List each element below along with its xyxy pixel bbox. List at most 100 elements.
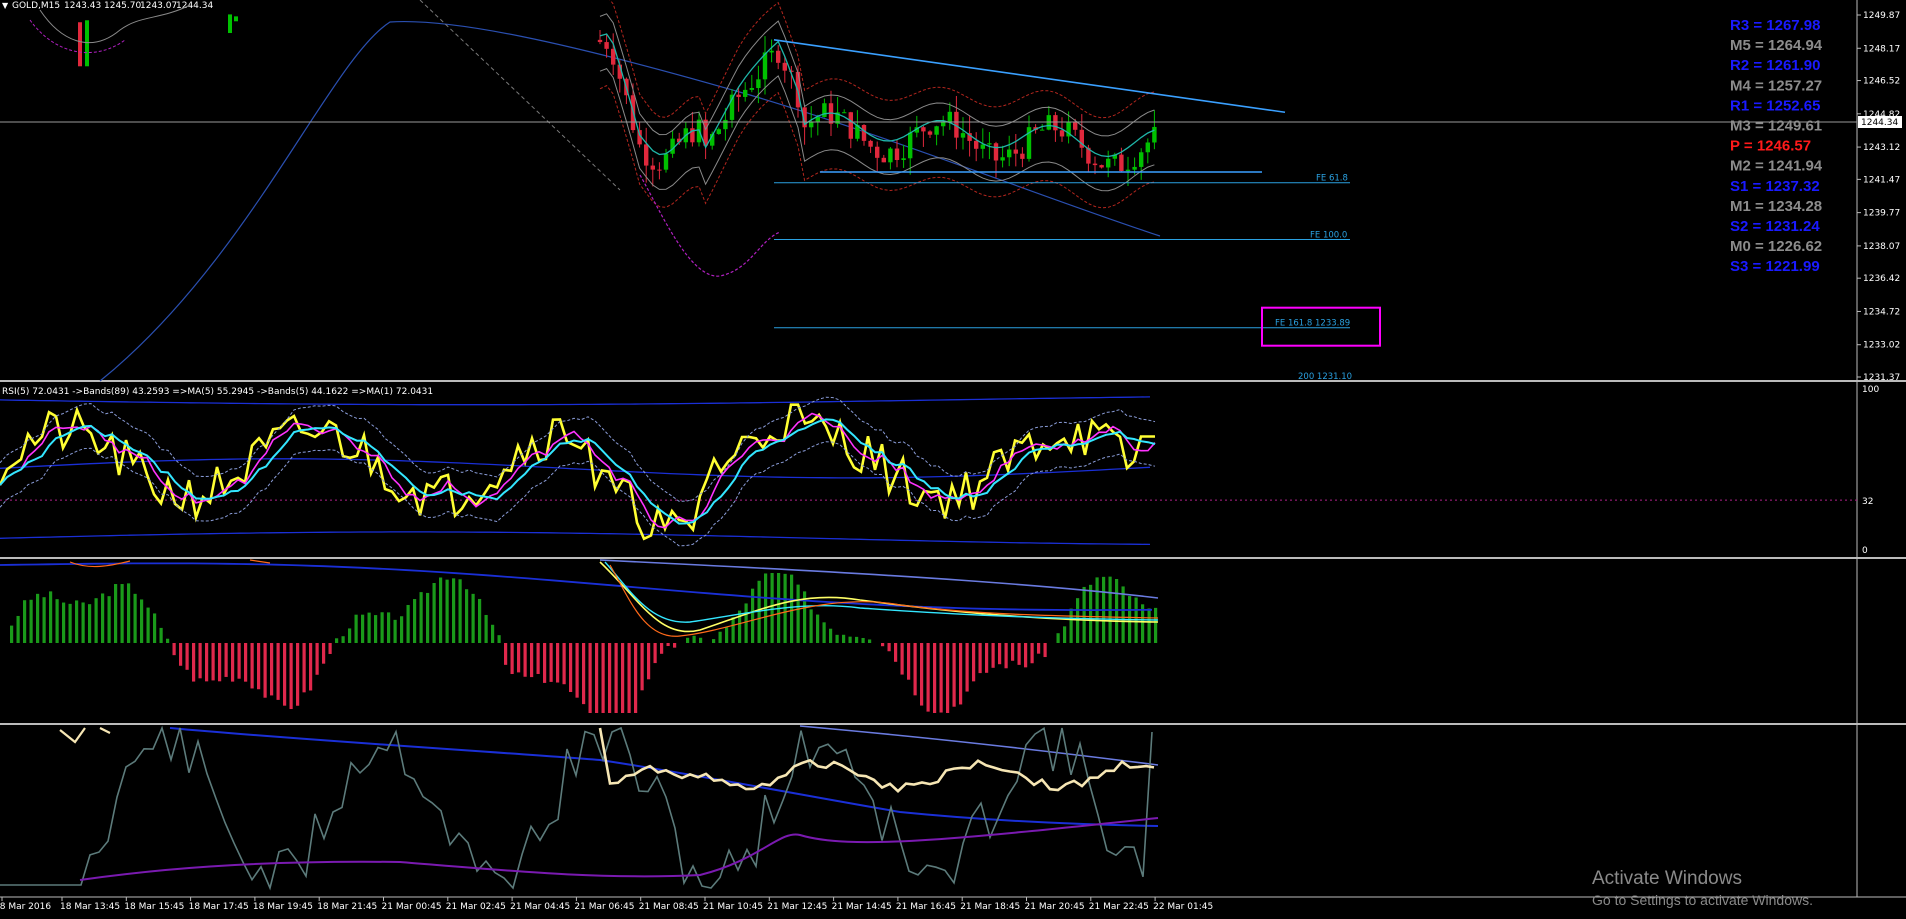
rsi-ma-magenta	[0, 412, 1156, 529]
histogram-bar-negative	[504, 643, 508, 665]
pivot-level-label: S2 = 1231.24	[1730, 218, 1820, 235]
histogram-bar-negative	[322, 643, 326, 664]
histogram-bar-positive	[1063, 626, 1067, 643]
histogram-bar-negative	[959, 643, 963, 705]
histogram-bar-positive	[68, 603, 72, 643]
histogram-bar-negative	[302, 643, 306, 693]
histogram-bar-negative	[614, 643, 618, 713]
pivot-level-label: M4 = 1257.27	[1730, 77, 1822, 94]
histogram-bar-positive	[699, 637, 703, 643]
histogram-bar-positive	[400, 616, 404, 643]
histogram-bar-positive	[471, 593, 475, 643]
pivot-level-label: M5 = 1264.94	[1730, 37, 1823, 54]
histogram-bar-positive	[380, 612, 384, 643]
histogram-bar-positive	[829, 628, 833, 643]
candle-bear	[78, 22, 82, 67]
symbol-title: GOLD,M15	[12, 1, 60, 11]
trading-chart[interactable]: ▼ GOLD,M15 1243.43 1245.70 1243.07 1244.…	[0, 0, 1906, 919]
oscillator-cream-early	[59, 727, 111, 744]
histogram-bar-negative	[913, 643, 917, 696]
histogram-bar-negative	[907, 643, 911, 680]
histogram-bar-negative	[250, 643, 254, 689]
histogram-bar-negative	[263, 643, 267, 698]
histogram-bar-positive	[361, 614, 365, 643]
histogram-bar-positive	[120, 584, 124, 643]
price-tick-label: 1249.87	[1863, 11, 1900, 21]
histogram-signal-blue	[0, 562, 1153, 612]
candle-bull	[908, 132, 913, 159]
histogram-bar-positive	[822, 622, 826, 643]
main-chart-title: ▼ GOLD,M15 1243.43 1245.70 1243.07 1244.…	[2, 1, 213, 11]
candle-bear	[921, 127, 926, 132]
candle-bear	[1073, 122, 1078, 130]
price-tick-label: 1231.37	[1863, 373, 1900, 383]
histogram-bar-negative	[231, 643, 235, 682]
candle-bear	[868, 140, 873, 147]
band-upper-red	[609, 0, 1155, 119]
histogram-bar-positive	[465, 589, 469, 643]
histogram-bar-positive	[744, 603, 748, 643]
dotted-trend-line	[419, 0, 621, 191]
histogram-bar-positive	[101, 593, 105, 643]
price-tick-label: 1248.17	[1863, 44, 1900, 54]
histogram-bar-positive	[75, 600, 79, 643]
ohlc-open: 1243.43	[64, 1, 101, 11]
histogram-bar-negative	[920, 643, 924, 706]
histogram-bar-positive	[718, 631, 722, 643]
histogram-bar-positive	[816, 614, 820, 643]
candle-bull	[987, 143, 992, 145]
histogram-bar-positive	[10, 625, 14, 643]
price-tick-label: 1244.82	[1863, 110, 1900, 120]
histogram-bar-positive	[848, 636, 852, 643]
time-tick-label: 18 Mar 13:45	[60, 902, 120, 912]
histogram-bar-positive	[770, 573, 774, 643]
histogram-bar-positive	[868, 639, 872, 643]
candle-bull	[716, 129, 721, 134]
candle-bear	[611, 48, 616, 65]
rsi-panel-title: RSI(5) 72.0431 ->Bands(89) 43.2593 =>MA(…	[2, 387, 433, 397]
histogram-bar-positive	[107, 596, 111, 643]
price-tick-label: 1243.12	[1863, 143, 1900, 153]
candle-bull	[749, 87, 754, 90]
pivot-level-label: R3 = 1267.98	[1730, 17, 1821, 34]
histogram-bar-negative	[952, 643, 956, 707]
rsi-lower-band	[0, 531, 1151, 546]
time-tick-label: 18 Mar 17:45	[189, 902, 249, 912]
histogram-bar-negative	[257, 643, 261, 690]
histogram-bar-negative	[595, 643, 599, 713]
pivot-level-label: P = 1246.57	[1730, 138, 1811, 155]
histogram-bar-negative	[1004, 643, 1008, 669]
time-tick-label: 21 Mar 10:45	[703, 902, 763, 912]
time-tick-label: 21 Mar 18:45	[960, 902, 1020, 912]
histogram-bar-positive	[387, 612, 391, 643]
candle-bull	[670, 138, 675, 154]
candle-bull	[1152, 126, 1157, 143]
time-tick-label: 18 Mar 19:45	[253, 902, 313, 912]
histogram-bar-positive	[1082, 586, 1086, 643]
candle-bull	[934, 126, 939, 135]
candle-bear	[894, 148, 900, 160]
candle-bull	[756, 79, 761, 88]
histogram-bar-negative	[601, 643, 605, 713]
histogram-bar-negative	[933, 643, 937, 713]
candle-bull	[842, 112, 847, 114]
price-tick-label: 1236.42	[1863, 274, 1900, 284]
candle-bull	[1139, 152, 1144, 167]
watermark-title: Activate Windows	[1592, 868, 1742, 889]
candle-bull	[743, 89, 748, 97]
pivot-level-label: M0 = 1226.62	[1730, 238, 1822, 255]
histogram-bar-positive	[1089, 584, 1093, 643]
histogram-bar-positive	[686, 637, 690, 643]
histogram-bar-positive	[94, 598, 98, 643]
oscillator-grey-line	[0, 725, 1153, 891]
histogram-bar-negative	[972, 643, 976, 682]
histogram-bar-negative	[296, 643, 300, 706]
histogram-bar-positive	[458, 579, 462, 643]
histogram-bar-positive	[712, 639, 716, 643]
histogram-bar-positive	[692, 635, 696, 643]
histogram-bar-negative	[205, 643, 209, 682]
ohlc-close: 1244.34	[176, 1, 213, 11]
windows-activation-watermark: Activate Windows Go to Settings to activ…	[1592, 868, 1813, 908]
histogram-bar-negative	[588, 643, 592, 713]
pivot-levels: R3 = 1267.98 M5 = 1264.94 R2 = 1261.90 M4 =…	[1730, 17, 1823, 275]
